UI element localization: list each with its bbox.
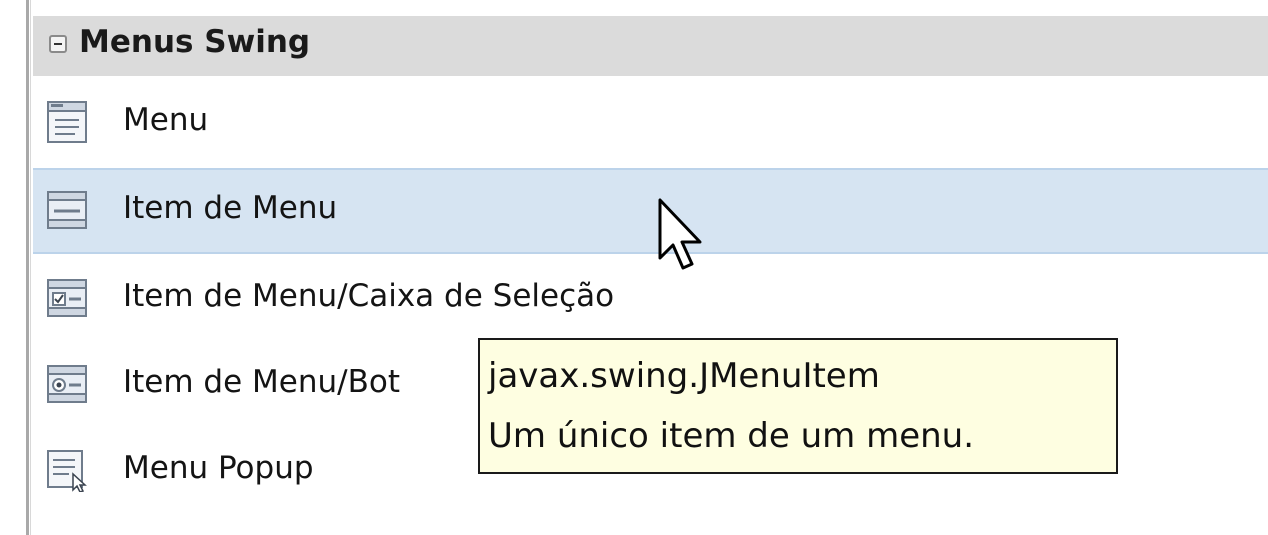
category-header-menus-swing[interactable]: Menus Swing <box>33 16 1268 76</box>
palette-item-label: Item de Menu/Bot <box>123 364 400 400</box>
palette-item-label: Menu <box>123 102 209 138</box>
checkbox-menu-item-icon <box>47 279 87 317</box>
component-palette: Menus Swing Menu Item de Menu Item de Me… <box>0 0 1268 535</box>
menu-item-icon <box>47 191 87 229</box>
tooltip-class-name: javax.swing.JMenuItem <box>488 356 880 396</box>
tooltip-description: Um único item de um menu. <box>488 416 975 456</box>
tooltip: javax.swing.JMenuItem Um único item de u… <box>478 338 1118 474</box>
popup-menu-icon <box>47 450 87 492</box>
mouse-pointer-icon <box>658 198 702 270</box>
palette-item-menu[interactable]: Menu <box>33 80 1268 166</box>
palette-border-inner <box>30 0 31 535</box>
palette-border <box>26 0 29 535</box>
radio-menu-item-icon <box>47 365 87 403</box>
category-title: Menus Swing <box>79 24 311 60</box>
collapse-icon[interactable] <box>49 35 67 53</box>
palette-item-label: Menu Popup <box>123 450 314 486</box>
menu-icon <box>47 101 87 143</box>
palette-item-label: Item de Menu/Caixa de Seleção <box>123 278 615 314</box>
palette-item-menu-item[interactable]: Item de Menu <box>33 168 1268 254</box>
palette-item-checkbox-menu-item[interactable]: Item de Menu/Caixa de Seleção <box>33 256 1268 342</box>
palette-item-label: Item de Menu <box>123 190 338 226</box>
